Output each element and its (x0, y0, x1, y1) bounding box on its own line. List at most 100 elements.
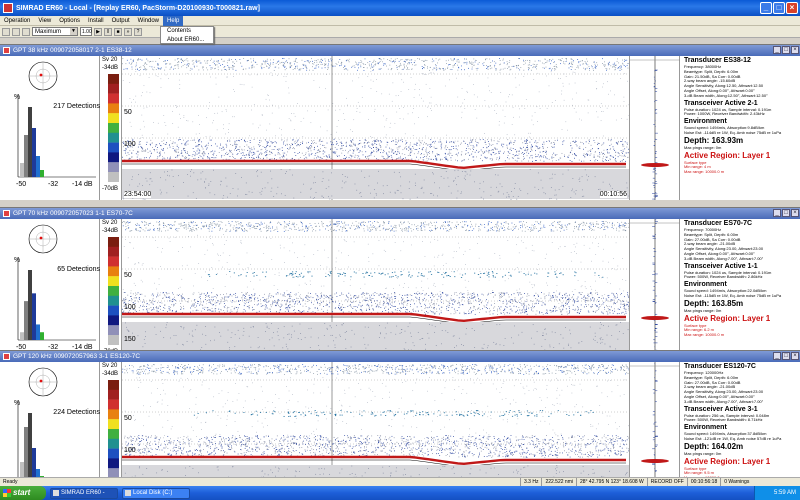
menu-help[interactable]: Help (163, 15, 184, 26)
app-icon (3, 3, 13, 13)
panel-title: GPT 120 kHz 009072057963 3-1 ES120-7C (13, 353, 141, 360)
histogram-bar (40, 332, 44, 340)
status-distance: 222.522 nmi (541, 478, 576, 486)
menu-install[interactable]: Install (84, 16, 108, 26)
histogram-bar (24, 301, 28, 340)
color-gradient (108, 237, 119, 345)
single-ping-view (630, 56, 680, 200)
panel-maximize-button[interactable]: □ (782, 46, 790, 54)
status-ping-rate: 3.3 Hz (520, 478, 541, 486)
sv-color-scale: Sv 20-34dB-70dB (100, 219, 122, 363)
range-mode-select[interactable]: Maximum ▼ (32, 27, 78, 36)
toolbar-button-1[interactable] (2, 27, 10, 36)
transceiver-param: Power: 500W, Receiver Bandwidth: 8.71kHz (684, 417, 763, 423)
echogram-canvas[interactable]: 50 100 (122, 56, 630, 200)
start-label: start (13, 488, 31, 497)
histogram-tick-label: -14 (72, 181, 82, 188)
histogram-bar (32, 293, 36, 340)
echogram-view[interactable]: 5010015023:53:5900:10:56 (122, 219, 630, 363)
depth-tick-label: 100 (124, 304, 136, 311)
step-icon[interactable]: » (124, 27, 132, 36)
maximize-button[interactable]: □ (773, 2, 785, 14)
sv-min-label: -70dB (102, 186, 119, 192)
end-time: 00:10:56 (599, 191, 627, 198)
status-warnings[interactable]: 0 Warnings (720, 478, 752, 486)
app-icon (53, 489, 59, 496)
histogram-tick-label: dB (84, 181, 93, 188)
menu-output[interactable]: Output (108, 16, 134, 26)
target-position-plot (28, 61, 58, 91)
play-icon[interactable]: ▶ (94, 27, 102, 36)
transducer-param: 3-dB Beam width, Along:7.00°, Athwart:7.… (684, 398, 764, 404)
toolbar-button-3[interactable] (22, 27, 30, 36)
stop-icon[interactable]: ■ (114, 27, 122, 36)
panel-maximize-button[interactable]: □ (782, 352, 790, 360)
title-bar[interactable]: SIMRAD ER60 - Local - [Replay ER60, PacS… (0, 0, 800, 16)
echogram-panel: GPT 38 kHz 009072058017 2-1 ES38-12 _ □ × 21… (0, 44, 800, 200)
range-mode-value: Maximum (35, 29, 62, 35)
panel-minimize-button[interactable]: _ (773, 352, 781, 360)
task-local-disk[interactable]: Local Disk (C:) (122, 487, 190, 499)
ts-histogram: %-50-32-14dB (14, 257, 96, 351)
help-icon[interactable]: ? (134, 27, 142, 36)
status-record: RECORD OFF (646, 478, 687, 486)
panel-close-button[interactable]: × (791, 46, 799, 54)
depth-tick-label: 50 (124, 109, 132, 116)
panel-header[interactable]: GPT 120 kHz 009072057963 3-1 ES120-7C _ □ × (0, 351, 800, 362)
histogram-bar (28, 413, 32, 483)
panel-minimize-button[interactable]: _ (773, 46, 781, 54)
sv-max-label: -34dB (102, 65, 119, 71)
transducer-param: 3-dB Beam width, Along:7.00°, Athwart:7.… (684, 255, 764, 261)
start-time: 23:54:00 (124, 191, 152, 198)
chevron-down-icon: ▼ (70, 28, 77, 35)
menu-item-contents[interactable]: Contents (161, 27, 213, 36)
menu-item-about[interactable]: About ER60... (161, 36, 213, 45)
echogram-panel: GPT 70 kHz 009072057023 1-1 ES70-7C _ □ × 65… (0, 207, 800, 363)
echogram-view[interactable]: 50 100 23:54:00 00:10:56 (122, 56, 630, 200)
menu-window[interactable]: Window (134, 16, 163, 26)
window-title: SIMRAD ER60 - Local - [Replay ER60, PacS… (16, 4, 260, 12)
close-button[interactable]: × (786, 2, 798, 14)
target-strength-panel: 217 Detections% -50 -32 -14 dB (0, 56, 100, 200)
start-button[interactable]: start (0, 486, 46, 500)
depth-tick-label: 150 (124, 336, 136, 343)
panel-minimize-button[interactable]: _ (773, 209, 781, 217)
depth-tick-label: 50 (124, 272, 132, 279)
menu-view[interactable]: View (34, 16, 55, 26)
color-gradient (108, 74, 119, 182)
status-ready: Ready (3, 479, 18, 485)
histogram-tick-label: -50 (16, 181, 26, 188)
menu-operation[interactable]: Operation (0, 16, 34, 26)
toolbar-button-2[interactable] (12, 27, 20, 36)
sv-label: Sv 20 (102, 363, 118, 369)
task-simrad[interactable]: SIMRAD ER60 - (50, 487, 118, 499)
channel-icon (3, 47, 10, 54)
sv-label: Sv 20 (102, 57, 118, 63)
minimize-button[interactable]: _ (760, 2, 772, 14)
windows-logo-icon (3, 489, 11, 497)
panel-title: GPT 70 kHz 009072057023 1-1 ES70-7C (13, 210, 133, 217)
panel-close-button[interactable]: × (791, 352, 799, 360)
clock: 5:59 AM (773, 490, 796, 496)
panel-close-button[interactable]: × (791, 209, 799, 217)
transducer-param: 3-dB Beam width, Along:12.50°, Athwart:1… (684, 92, 768, 98)
panel-maximize-button[interactable]: □ (782, 209, 790, 217)
depth-tick-label: 100 (124, 447, 136, 454)
app-window: SIMRAD ER60 - Local - [Replay ER60, PacS… (0, 0, 800, 500)
target-position-plot (28, 367, 58, 397)
pause-icon[interactable]: ‖ (104, 27, 112, 36)
task-label: Local Disk (C:) (133, 489, 173, 496)
status-bar: Ready 3.3 Hz 222.522 nmi 28° 42.795 N 12… (0, 477, 800, 486)
histogram-bar (24, 135, 28, 177)
status-time: 00:10:56:18 (686, 478, 720, 486)
histogram-bar (28, 107, 32, 177)
echogram-canvas[interactable]: 50 100 150 (122, 219, 630, 363)
menu-options[interactable]: Options (55, 16, 84, 26)
panel-header[interactable]: GPT 38 kHz 009072058017 2-1 ES38-12 _ □ × (0, 45, 800, 56)
range-value-input[interactable]: 1.00 (80, 27, 92, 36)
help-dropdown: Contents About ER60... (160, 26, 214, 44)
panel-header[interactable]: GPT 70 kHz 009072057023 1-1 ES70-7C _ □ × (0, 208, 800, 219)
sv-max-label: -34dB (102, 371, 119, 377)
histogram-percent-label: % (14, 400, 20, 407)
status-position: 28° 42.795 N 123° 18.608 W (575, 478, 647, 486)
